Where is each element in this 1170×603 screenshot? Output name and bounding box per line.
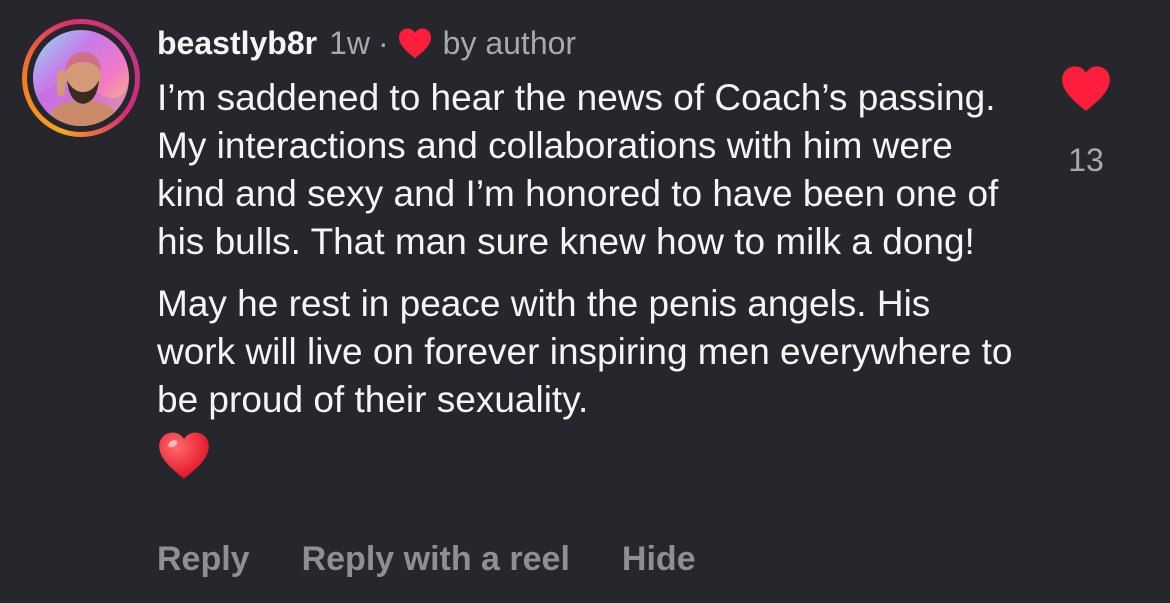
separator-dot: · — [377, 24, 389, 61]
reply-button[interactable]: Reply — [157, 540, 250, 579]
liked-by-author-heart-icon — [397, 27, 433, 59]
like-heart-icon[interactable] — [1060, 64, 1112, 112]
like-count[interactable]: 13 — [1056, 142, 1116, 179]
username-link[interactable]: beastlyb8r — [157, 25, 317, 62]
by-author-label: by author — [442, 24, 577, 61]
avatar-story-ring[interactable] — [22, 19, 140, 137]
comment-paragraph: May he rest in peace with the penis ange… — [157, 283, 1013, 420]
reply-with-reel-button[interactable]: Reply with a reel — [302, 540, 570, 579]
red-heart-emoji-icon — [157, 430, 211, 480]
like-area: 13 — [1056, 64, 1116, 179]
comment-content: beastlyb8r 1w · by author I’m saddened t… — [157, 20, 1017, 480]
comment-header: beastlyb8r 1w · by author — [157, 20, 1017, 66]
comment-container: beastlyb8r 1w · by author I’m saddened t… — [0, 0, 1170, 603]
comment-paragraph: I’m saddened to hear the news of Coach’s… — [157, 77, 999, 262]
comment-age: 1w — [329, 24, 370, 61]
avatar[interactable] — [33, 30, 129, 126]
hide-button[interactable]: Hide — [622, 540, 696, 579]
comment-actions: Reply Reply with a reel Hide — [157, 540, 748, 579]
avatar-image — [33, 30, 129, 126]
